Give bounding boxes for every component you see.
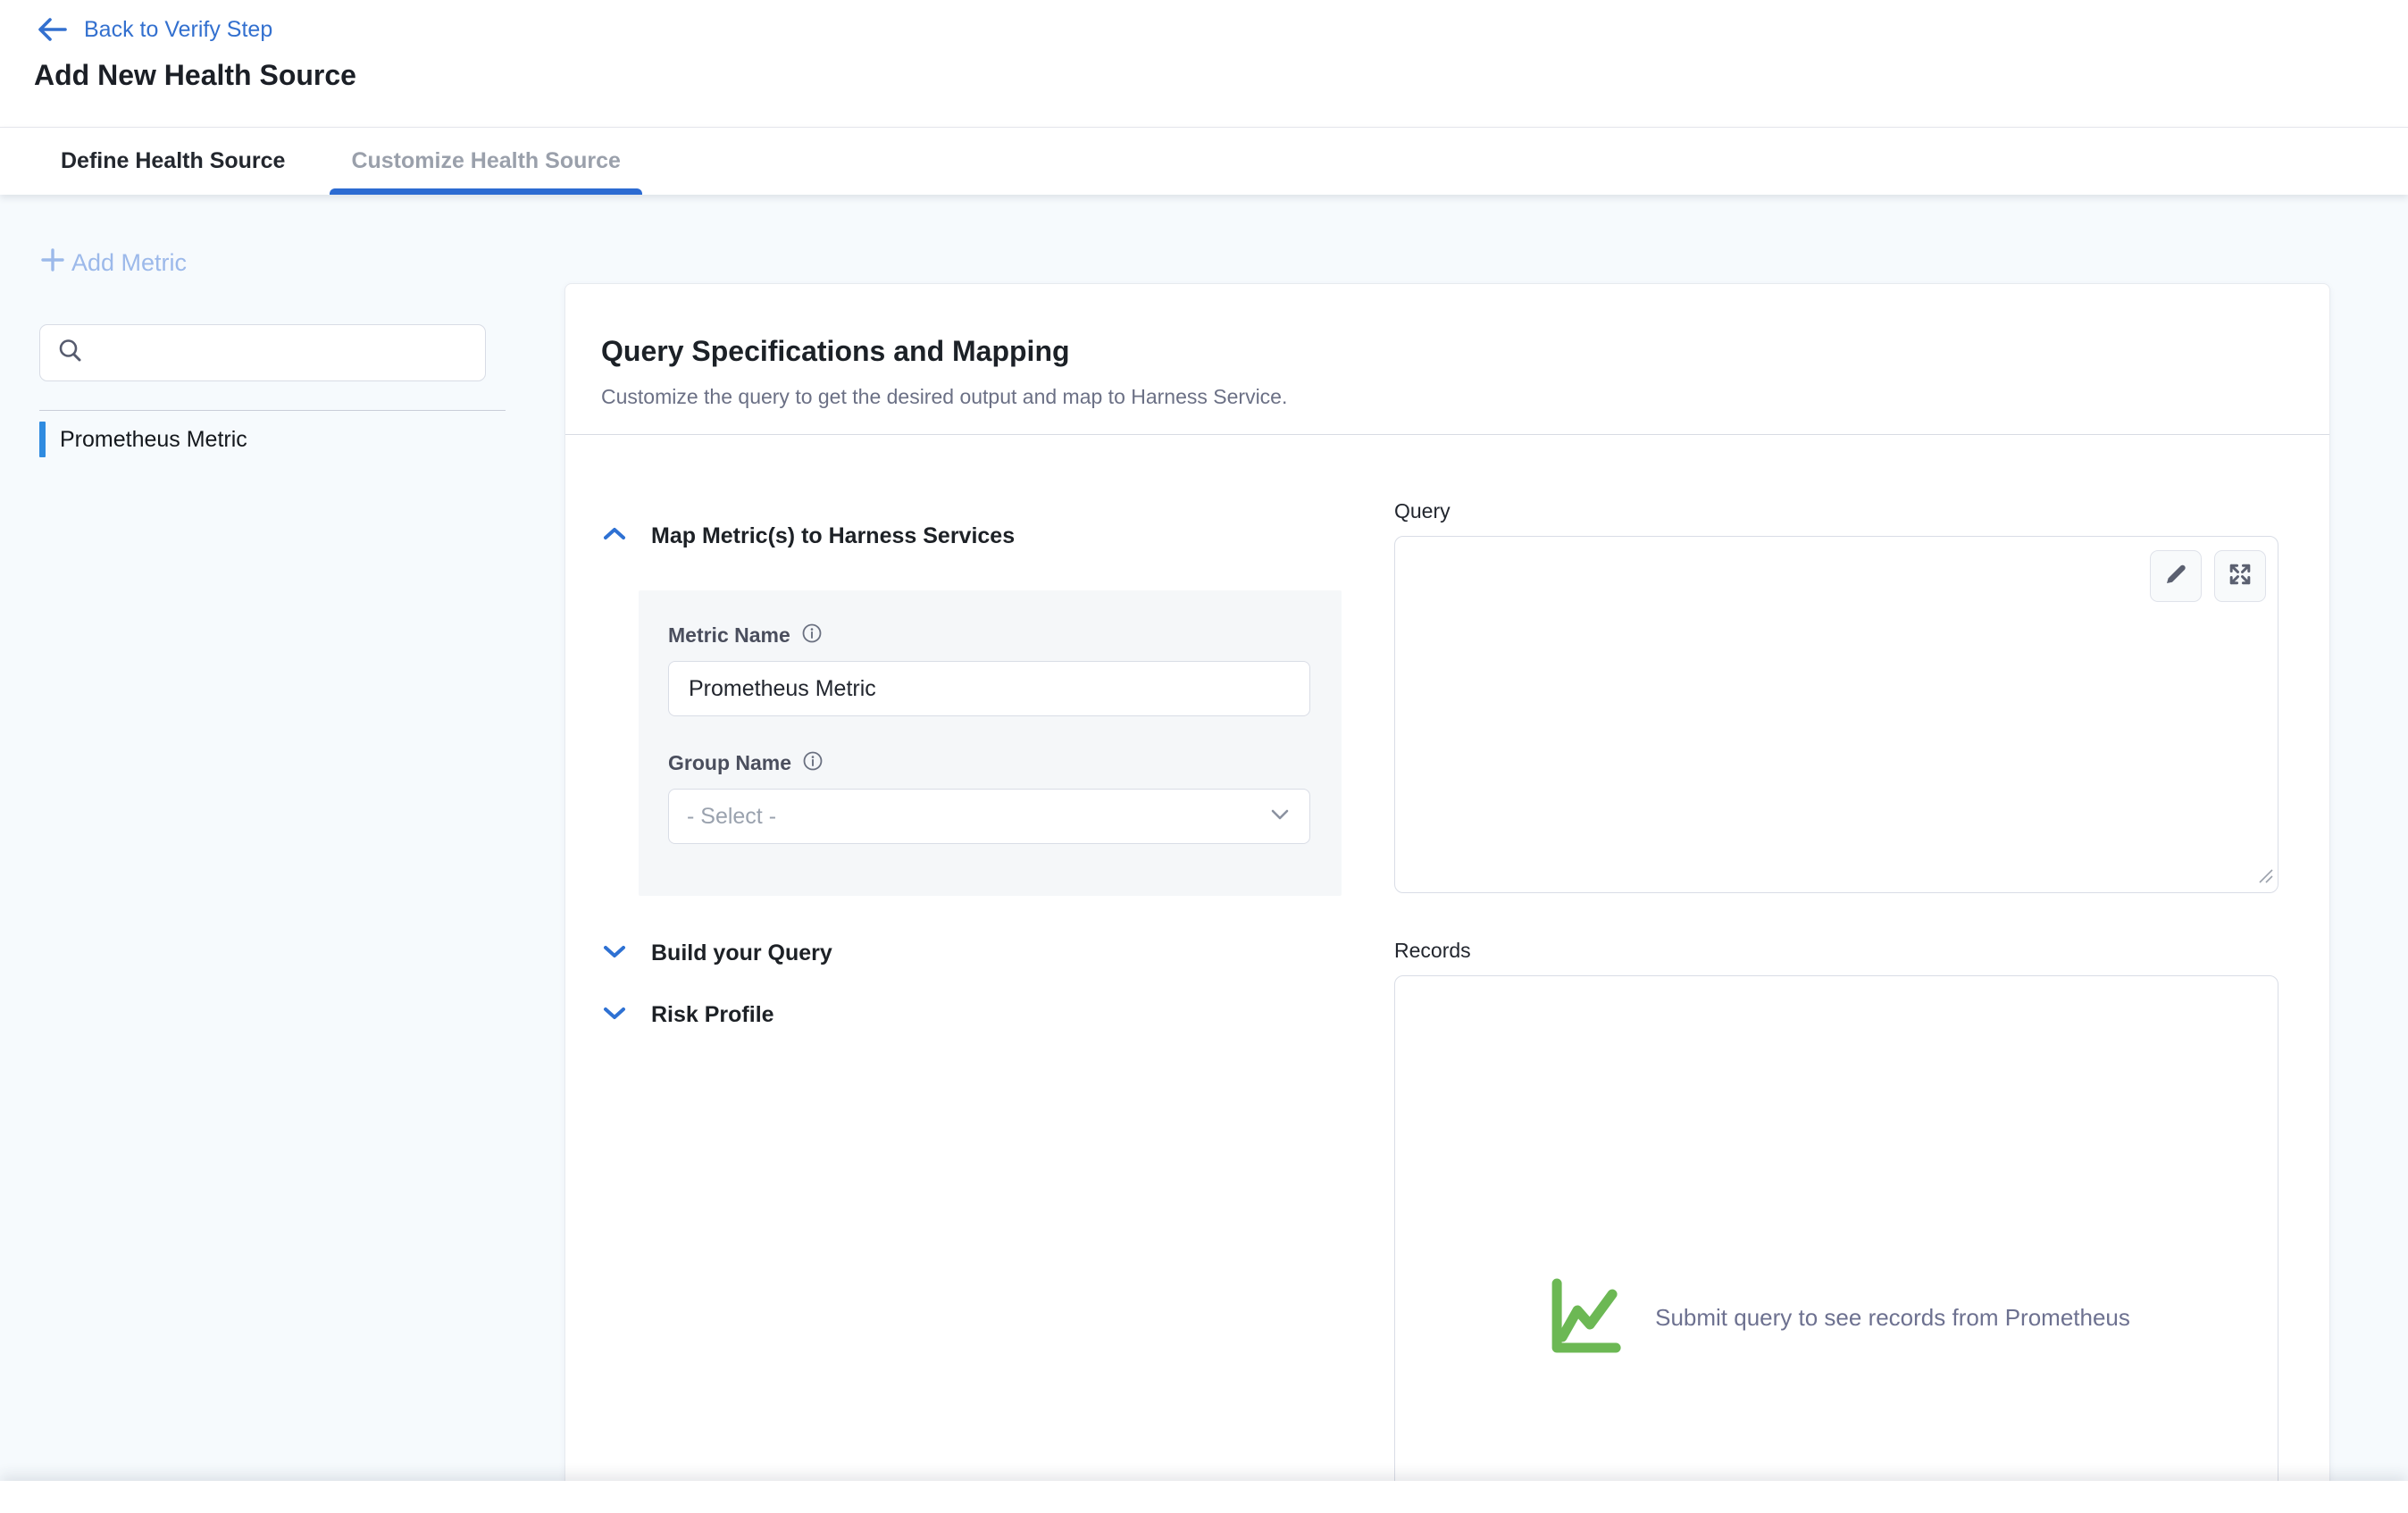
back-to-verify-link[interactable]: Back to Verify Step bbox=[36, 16, 272, 43]
query-column: Query bbox=[1394, 498, 2278, 1513]
query-specifications-card: Query Specifications and Mapping Customi… bbox=[564, 283, 2330, 1513]
section-build-your-query-title: Build your Query bbox=[651, 940, 832, 966]
group-name-select[interactable]: - Select - bbox=[668, 789, 1310, 844]
line-chart-icon bbox=[1543, 1273, 1628, 1363]
back-link-label: Back to Verify Step bbox=[84, 17, 272, 43]
card-subtitle: Customize the query to get the desired o… bbox=[601, 384, 2294, 409]
mapping-column: Map Metric(s) to Harness Services Metric… bbox=[601, 523, 1387, 1028]
metric-name-label: Metric Name bbox=[668, 623, 790, 648]
chevron-up-icon bbox=[601, 523, 628, 549]
active-tab-underline bbox=[330, 188, 641, 195]
page-title: Add New Health Source bbox=[34, 59, 356, 92]
chevron-down-icon bbox=[601, 1002, 628, 1028]
pencil-icon bbox=[2163, 562, 2188, 591]
metric-name-input[interactable] bbox=[668, 661, 1310, 716]
query-editor bbox=[1394, 536, 2278, 893]
resize-handle-icon[interactable] bbox=[2258, 868, 2274, 889]
tab-define-health-source[interactable]: Define Health Source bbox=[55, 128, 290, 195]
add-metric-button[interactable]: Add Metric bbox=[39, 247, 187, 280]
section-map-metrics-title: Map Metric(s) to Harness Services bbox=[651, 523, 1015, 549]
section-map-metrics[interactable]: Map Metric(s) to Harness Services bbox=[601, 523, 1387, 549]
tab-bar: Define Health Source Customize Health So… bbox=[0, 127, 2408, 195]
records-label: Records bbox=[1394, 938, 2278, 963]
sidebar-divider bbox=[39, 410, 506, 411]
back-arrow-icon bbox=[36, 16, 68, 43]
search-icon bbox=[56, 337, 85, 370]
card-divider bbox=[565, 434, 2329, 435]
metrics-sidebar: Add Metric Prometheus Metric bbox=[0, 195, 564, 1513]
section-build-your-query[interactable]: Build your Query bbox=[601, 940, 1387, 966]
card-title: Query Specifications and Mapping bbox=[601, 334, 2294, 368]
sticky-footer-bar bbox=[0, 1481, 2408, 1513]
plus-icon bbox=[39, 247, 66, 280]
sidebar-item-prometheus-metric[interactable]: Prometheus Metric bbox=[39, 420, 564, 459]
metric-item-label: Prometheus Metric bbox=[60, 427, 247, 453]
metric-search-box[interactable] bbox=[39, 324, 486, 381]
records-empty-state: Submit query to see records from Prometh… bbox=[1543, 1273, 2130, 1363]
page-header: Back to Verify Step Add New Health Sourc… bbox=[0, 0, 2408, 127]
metric-mapping-panel: Metric Name Group Name - Select - bbox=[639, 590, 1342, 896]
edit-query-button[interactable] bbox=[2150, 550, 2202, 602]
records-empty-message: Submit query to see records from Prometh… bbox=[1655, 1304, 2130, 1332]
chevron-down-icon bbox=[601, 940, 628, 966]
query-textarea[interactable] bbox=[1394, 536, 2278, 893]
info-icon[interactable] bbox=[801, 623, 823, 648]
group-name-placeholder: - Select - bbox=[687, 804, 776, 830]
card-header: Query Specifications and Mapping Customi… bbox=[565, 284, 2329, 409]
metric-search-input[interactable] bbox=[96, 325, 469, 380]
section-risk-profile-title: Risk Profile bbox=[651, 1002, 774, 1028]
tab-define-label: Define Health Source bbox=[61, 148, 285, 174]
chevron-down-icon bbox=[1268, 806, 1292, 828]
expand-query-button[interactable] bbox=[2214, 550, 2266, 602]
add-metric-label: Add Metric bbox=[71, 249, 187, 277]
tab-customize-label: Customize Health Source bbox=[351, 148, 620, 174]
info-icon[interactable] bbox=[802, 750, 824, 776]
tab-customize-health-source[interactable]: Customize Health Source bbox=[330, 128, 641, 195]
selected-indicator-bar bbox=[39, 422, 46, 457]
records-panel: Submit query to see records from Prometh… bbox=[1394, 975, 2278, 1513]
query-label: Query bbox=[1394, 498, 2278, 523]
group-name-label: Group Name bbox=[668, 751, 791, 775]
content-area: Add Metric Prometheus Metric Query Speci… bbox=[0, 195, 2408, 1513]
section-risk-profile[interactable]: Risk Profile bbox=[601, 1002, 1387, 1028]
expand-icon bbox=[2227, 561, 2253, 592]
